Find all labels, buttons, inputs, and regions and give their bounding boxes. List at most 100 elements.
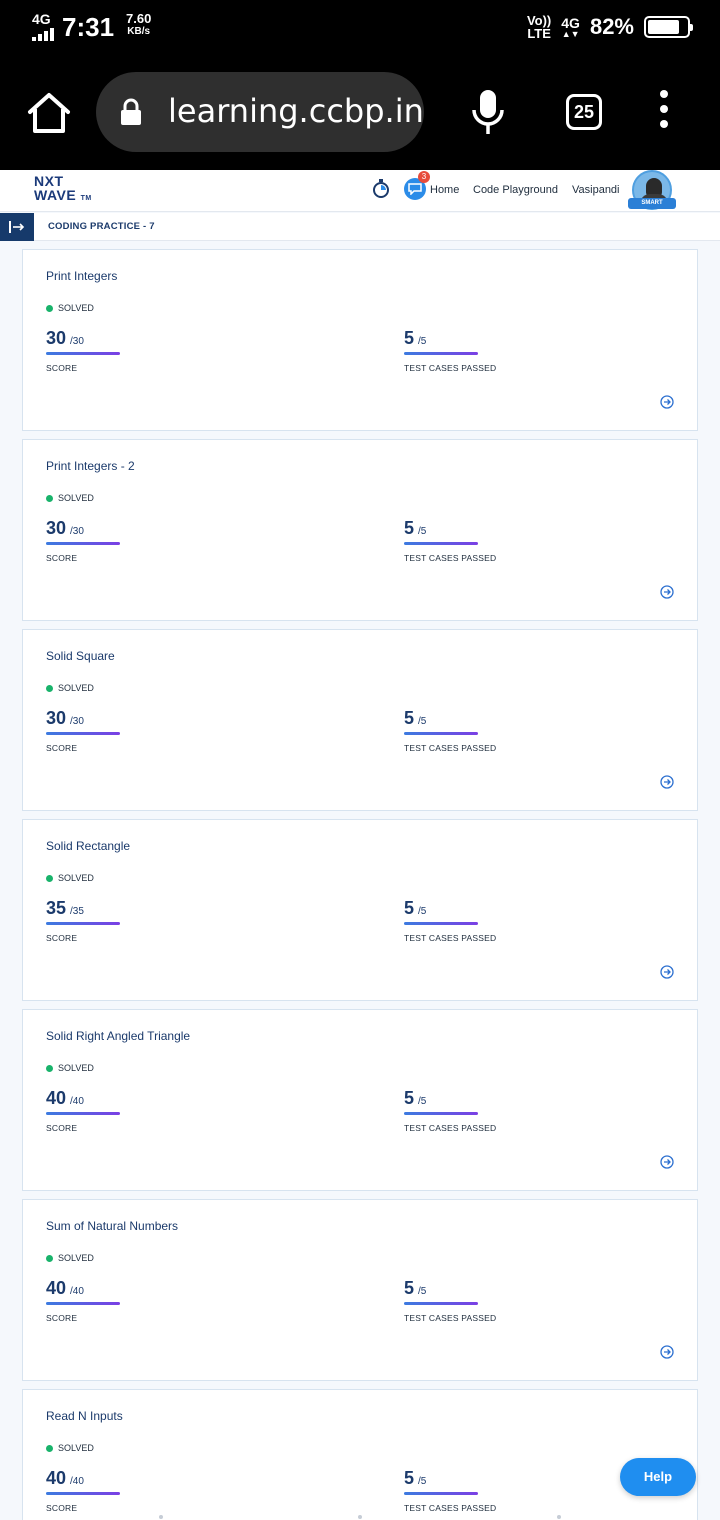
problem-card[interactable]: Solid Rectangle SOLVED 35/35 SCORE 5/5 TEST C… bbox=[22, 819, 698, 1001]
score-label: SCORE bbox=[46, 743, 78, 753]
nav-username[interactable]: Vasipandi bbox=[572, 184, 620, 196]
url-text[interactable]: learning.ccbp.in/ bbox=[168, 92, 424, 130]
tests-max: /5 bbox=[418, 526, 427, 537]
tests-metric: 5/5 TEST CASES PASSED bbox=[404, 1278, 496, 1323]
scroll-indicator-dot bbox=[557, 1515, 561, 1519]
network-right-label: 4G bbox=[561, 14, 580, 31]
problem-title[interactable]: Read N Inputs bbox=[46, 1409, 123, 1423]
browser-toolbar: learning.ccbp.in/ 25 bbox=[0, 56, 720, 170]
status-badge: SOLVED bbox=[46, 1443, 94, 1453]
problem-title[interactable]: Solid Square bbox=[46, 649, 115, 663]
solved-dot-icon bbox=[46, 304, 53, 312]
score-metric: 40/40 SCORE bbox=[46, 1468, 120, 1513]
score-progress-bar bbox=[46, 1302, 120, 1305]
score-value: 40 bbox=[46, 1088, 67, 1108]
status-bar: 4G 7:31 7.60 KB/s Vo)) LTE 4G ▲▼ 82% bbox=[0, 0, 720, 56]
menu-icon[interactable] bbox=[652, 90, 676, 134]
speed-value: 7.60 bbox=[126, 11, 152, 26]
home-icon[interactable] bbox=[26, 92, 72, 134]
score-label: SCORE bbox=[46, 553, 78, 563]
status-badge: SOLVED bbox=[46, 683, 94, 693]
scroll-indicator-dot bbox=[159, 1515, 163, 1519]
page-title: CODING PRACTICE - 7 bbox=[48, 221, 155, 232]
tests-max: /5 bbox=[418, 716, 427, 727]
nav-code-playground[interactable]: Code Playground bbox=[473, 184, 558, 196]
tests-max: /5 bbox=[418, 906, 427, 917]
status-label: SOLVED bbox=[58, 873, 94, 883]
sidebar-toggle-button[interactable] bbox=[0, 213, 34, 241]
problem-card[interactable]: Sum of Natural Numbers SOLVED 40/40 SCORE 5/… bbox=[22, 1199, 698, 1381]
problem-card[interactable]: Solid Right Angled Triangle SOLVED 40/40 SC… bbox=[22, 1009, 698, 1191]
network-type: 4G bbox=[32, 11, 51, 27]
problem-card[interactable]: Print Integers SOLVED 30/30 SCORE 5/5 TEST CA… bbox=[22, 249, 698, 431]
status-label: SOLVED bbox=[58, 1253, 94, 1263]
tab-switcher-button[interactable]: 25 bbox=[566, 94, 602, 130]
tests-value: 5 bbox=[404, 898, 415, 918]
solved-dot-icon bbox=[46, 874, 53, 882]
status-label: SOLVED bbox=[58, 493, 94, 503]
address-bar[interactable]: learning.ccbp.in/ bbox=[96, 72, 424, 152]
mic-icon[interactable] bbox=[470, 88, 506, 138]
battery-icon bbox=[644, 16, 693, 38]
arrow-right-circle-icon[interactable] bbox=[660, 1345, 674, 1359]
tests-progress-bar bbox=[404, 542, 478, 545]
tests-label: TEST CASES PASSED bbox=[404, 933, 497, 943]
problem-title[interactable]: Print Integers bbox=[46, 269, 117, 283]
arrow-right-circle-icon[interactable] bbox=[660, 395, 674, 409]
problem-title[interactable]: Sum of Natural Numbers bbox=[46, 1219, 178, 1233]
tests-progress-bar bbox=[404, 732, 478, 735]
network-right: 4G ▲▼ bbox=[561, 16, 580, 39]
score-label: SCORE bbox=[46, 1503, 78, 1513]
tests-value: 5 bbox=[404, 328, 415, 348]
nxtwave-logo[interactable]: NXT WAVE TM bbox=[34, 174, 92, 206]
arrow-right-circle-icon[interactable] bbox=[660, 1155, 674, 1169]
stopwatch-icon[interactable] bbox=[372, 179, 390, 199]
data-arrows-icon: ▲▼ bbox=[561, 28, 580, 39]
tests-label: TEST CASES PASSED bbox=[404, 1503, 497, 1513]
avatar[interactable]: SMART bbox=[628, 170, 676, 210]
problem-title[interactable]: Solid Rectangle bbox=[46, 839, 130, 853]
problem-title[interactable]: Print Integers - 2 bbox=[46, 459, 135, 473]
score-label: SCORE bbox=[46, 1123, 78, 1133]
problem-card[interactable]: Solid Square SOLVED 30/30 SCORE 5/5 TEST CASE… bbox=[22, 629, 698, 811]
score-max: /35 bbox=[70, 906, 84, 917]
tests-metric: 5/5 TEST CASES PASSED bbox=[404, 1088, 496, 1133]
score-max: /40 bbox=[70, 1476, 84, 1487]
tests-value: 5 bbox=[404, 708, 415, 728]
tests-label: TEST CASES PASSED bbox=[404, 553, 497, 563]
tests-max: /5 bbox=[418, 1286, 427, 1297]
score-label: SCORE bbox=[46, 933, 78, 943]
problem-card[interactable]: Read N Inputs SOLVED 40/40 SCORE 5/5 TEST CAS… bbox=[22, 1389, 698, 1520]
tests-progress-bar bbox=[404, 1302, 478, 1305]
arrow-right-circle-icon[interactable] bbox=[660, 585, 674, 599]
status-label: SOLVED bbox=[58, 1443, 94, 1453]
tests-value: 5 bbox=[404, 1468, 415, 1488]
score-max: /40 bbox=[70, 1286, 84, 1297]
score-value: 35 bbox=[46, 898, 67, 918]
tests-progress-bar bbox=[404, 1492, 478, 1495]
score-progress-bar bbox=[46, 732, 120, 735]
problem-card[interactable]: Print Integers - 2 SOLVED 30/30 SCORE 5/5 TES… bbox=[22, 439, 698, 621]
tests-metric: 5/5 TEST CASES PASSED bbox=[404, 1468, 496, 1513]
nav-home[interactable]: Home bbox=[430, 184, 459, 196]
network-speed: 7.60 KB/s bbox=[126, 12, 151, 38]
tests-max: /5 bbox=[418, 336, 427, 347]
score-metric: 30/30 SCORE bbox=[46, 708, 120, 753]
solved-dot-icon bbox=[46, 1254, 53, 1262]
problem-title[interactable]: Solid Right Angled Triangle bbox=[46, 1029, 190, 1043]
arrow-right-circle-icon[interactable] bbox=[660, 775, 674, 789]
score-value: 40 bbox=[46, 1278, 67, 1298]
solved-dot-icon bbox=[46, 1064, 53, 1072]
score-progress-bar bbox=[46, 922, 120, 925]
logo-tm: TM bbox=[80, 195, 92, 202]
score-label: SCORE bbox=[46, 1313, 78, 1323]
tests-value: 5 bbox=[404, 1088, 415, 1108]
signal-bars-icon bbox=[32, 28, 54, 41]
solved-dot-icon bbox=[46, 1444, 53, 1452]
score-value: 30 bbox=[46, 328, 67, 348]
volte-indicator: Vo)) LTE bbox=[527, 14, 551, 40]
battery-fill bbox=[648, 20, 680, 34]
arrow-right-circle-icon[interactable] bbox=[660, 965, 674, 979]
help-button[interactable]: Help bbox=[620, 1458, 696, 1496]
score-progress-bar bbox=[46, 352, 120, 355]
